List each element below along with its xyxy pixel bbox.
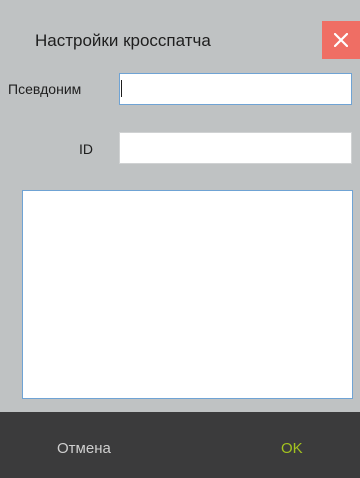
ok-button[interactable]: OK xyxy=(281,440,303,457)
close-icon xyxy=(334,33,348,47)
close-button[interactable] xyxy=(322,21,360,59)
crosspatch-settings-dialog: Настройки кросспатча Псевдоним ID Отмена… xyxy=(0,0,360,478)
alias-label: Псевдоним xyxy=(8,81,82,97)
text-cursor xyxy=(121,80,122,97)
alias-input[interactable] xyxy=(119,73,352,105)
dialog-footer: Отмена OK xyxy=(0,412,360,478)
id-label: ID xyxy=(79,141,93,157)
cancel-button[interactable]: Отмена xyxy=(57,440,111,457)
dialog-title: Настройки кросспатча xyxy=(35,31,211,50)
id-input[interactable] xyxy=(119,132,352,164)
notes-textarea[interactable] xyxy=(22,190,353,399)
dialog-titlebar: Настройки кросспатча xyxy=(0,0,360,59)
